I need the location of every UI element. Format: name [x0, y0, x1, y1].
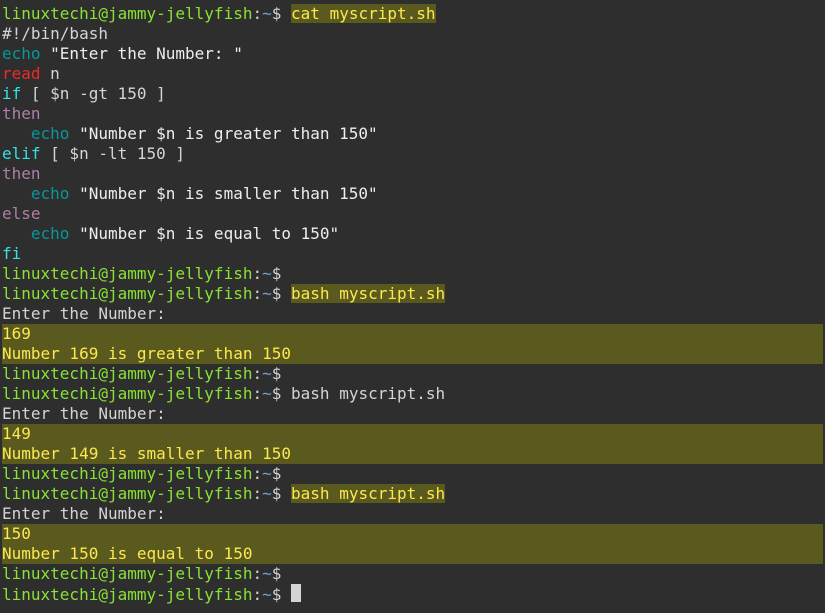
- terminal-output[interactable]: linuxtechi@jammy-jellyfish:~$ cat myscri…: [2, 4, 823, 605]
- prompt-line-bash1: linuxtechi@jammy-jellyfish:~$ bash myscr…: [2, 284, 823, 304]
- command-cat: cat myscript.sh: [291, 4, 436, 23]
- output-result-3: Number 150 is equal to 150: [2, 544, 823, 564]
- prompt-line: linuxtechi@jammy-jellyfish:~$ cat myscri…: [2, 4, 823, 24]
- script-echo-gt: echo "Number $n is greater than 150": [2, 124, 823, 144]
- command-bash-1: bash myscript.sh: [291, 284, 445, 303]
- output-input-2: 149: [2, 424, 823, 444]
- prompt-line-bash3: linuxtechi@jammy-jellyfish:~$ bash myscr…: [2, 484, 823, 504]
- script-if: if [ $n -gt 150 ]: [2, 84, 823, 104]
- script-elif: elif [ $n -lt 150 ]: [2, 144, 823, 164]
- output-result-2: Number 149 is smaller than 150: [2, 444, 823, 464]
- output-result-1: Number 169 is greater than 150: [2, 344, 823, 364]
- prompt-user: linuxtechi: [2, 4, 98, 23]
- script-then: then: [2, 104, 823, 124]
- prompt-line-bash2: linuxtechi@jammy-jellyfish:~$ bash myscr…: [2, 384, 823, 404]
- output-enter-number-3: Enter the Number:: [2, 504, 823, 524]
- output-input-1: 169: [2, 324, 823, 344]
- prompt-line-empty3: linuxtechi@jammy-jellyfish:~$: [2, 464, 823, 484]
- script-shebang: #!/bin/bash: [2, 24, 823, 44]
- output-enter-number-1: Enter the Number:: [2, 304, 823, 324]
- output-input-3: 150: [2, 524, 823, 544]
- script-read: read n: [2, 64, 823, 84]
- command-bash-3: bash myscript.sh: [291, 484, 445, 503]
- prompt-line-empty2: linuxtechi@jammy-jellyfish:~$: [2, 364, 823, 384]
- prompt-line-empty4: linuxtechi@jammy-jellyfish:~$: [2, 564, 823, 584]
- script-echo-prompt: echo "Enter the Number: ": [2, 44, 823, 64]
- command-bash-2: bash myscript.sh: [291, 384, 445, 403]
- script-then2: then: [2, 164, 823, 184]
- cursor-icon: [291, 584, 301, 602]
- script-else: else: [2, 204, 823, 224]
- script-echo-lt: echo "Number $n is smaller than 150": [2, 184, 823, 204]
- script-fi: fi: [2, 244, 823, 264]
- output-enter-number-2: Enter the Number:: [2, 404, 823, 424]
- script-echo-eq: echo "Number $n is equal to 150": [2, 224, 823, 244]
- prompt-line-cursor[interactable]: linuxtechi@jammy-jellyfish:~$: [2, 584, 823, 605]
- prompt-line-empty: linuxtechi@jammy-jellyfish:~$: [2, 264, 823, 284]
